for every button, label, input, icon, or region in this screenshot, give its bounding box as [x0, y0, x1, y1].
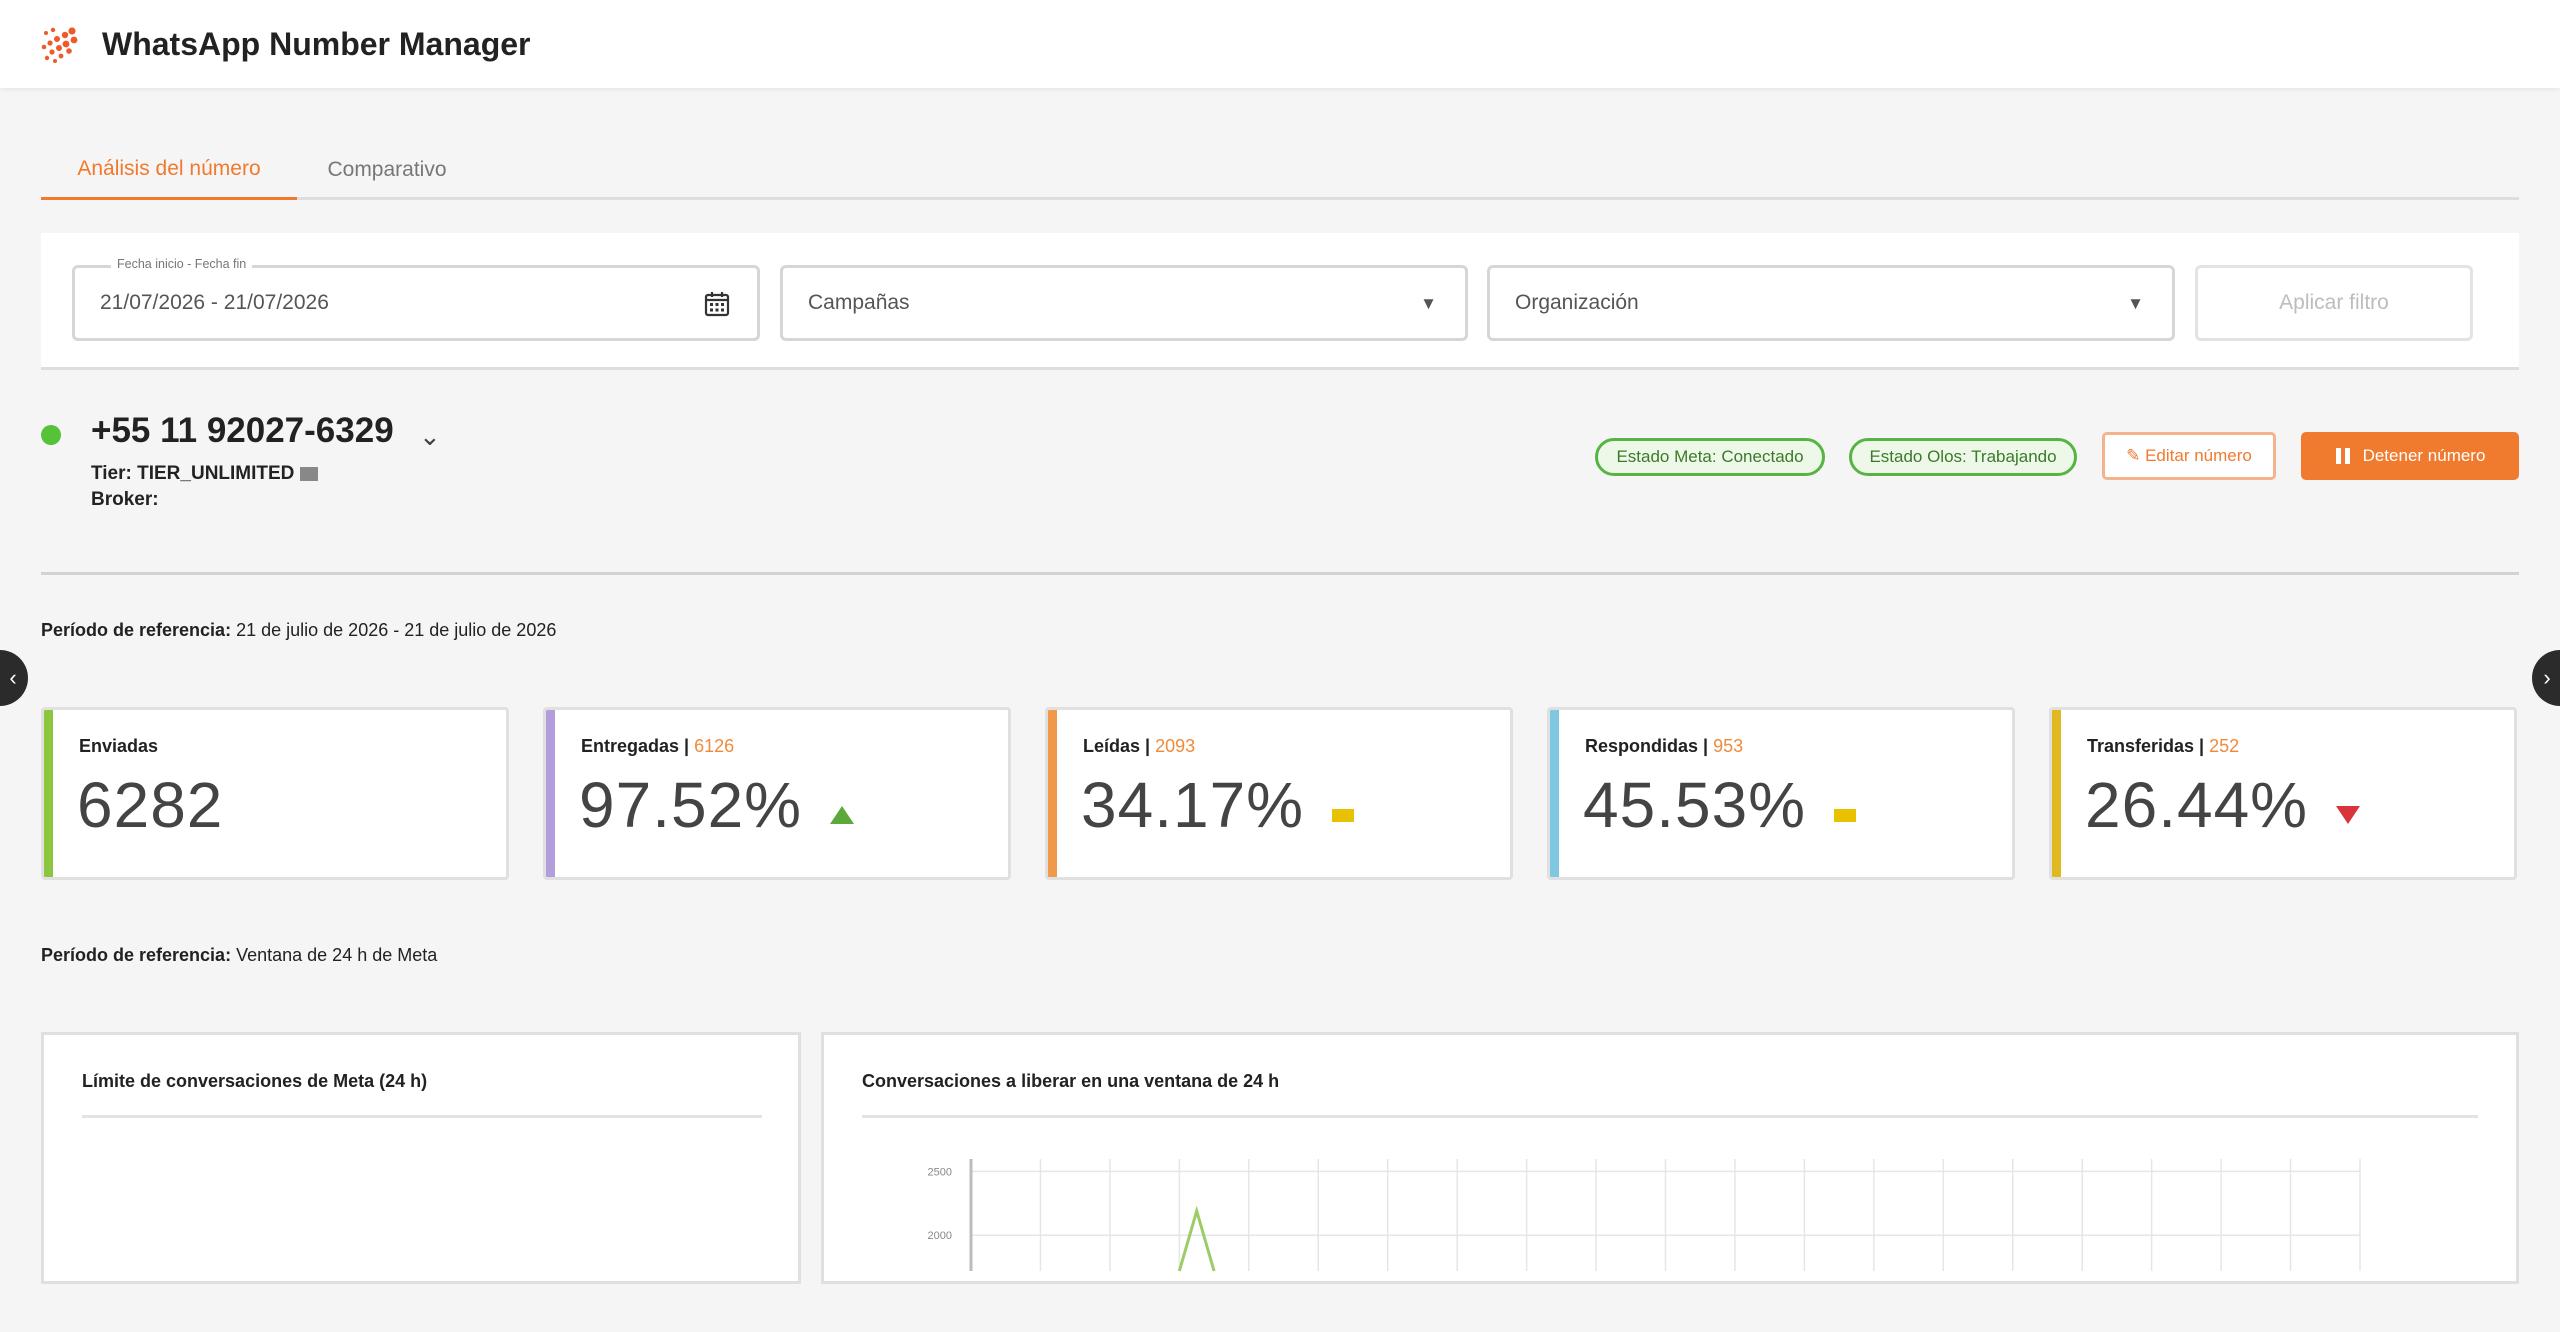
- chevron-down-icon[interactable]: ⌄: [419, 421, 441, 452]
- reference-period-value: 21 de julio de 2026 - 21 de julio de 202…: [236, 620, 557, 640]
- kpi-card-delivered: Entregadas | 6126 97.52%: [543, 707, 1011, 880]
- chevron-right-icon: ›: [2543, 665, 2551, 690]
- trend-down-icon: [2336, 806, 2360, 824]
- campaigns-value: Campañas: [808, 291, 910, 314]
- panel-title: Límite de conversaciones de Meta (24 h): [82, 1071, 428, 1091]
- pause-icon: [2335, 448, 2351, 464]
- calendar-icon[interactable]: [703, 290, 731, 318]
- organization-value: Organización: [1515, 291, 1639, 314]
- y-tick-label: 2000: [928, 1230, 952, 1242]
- kpi-value: 97.52%: [579, 769, 803, 841]
- broker-info: Broker:: [91, 489, 159, 511]
- kpi-card-read: Leídas | 2093 34.17%: [1045, 707, 1513, 880]
- release-chart: 2500 2000: [928, 1159, 2361, 1272]
- meta-status-badge: Estado Meta: Conectado: [1595, 438, 1825, 476]
- trend-neutral-icon: [1834, 809, 1856, 822]
- kpi-card-transferred: Transferidas | 252 26.44%: [2049, 707, 2517, 880]
- tab-number-analysis[interactable]: Análisis del número: [41, 140, 297, 200]
- kpi-title: Leídas | 2093: [1083, 736, 1196, 756]
- kpi-value: 26.44%: [2085, 769, 2309, 841]
- kpi-title: Entregadas | 6126: [581, 736, 735, 756]
- tier-label: Tier:: [91, 463, 132, 484]
- reference-window: Período de referencia: Ventana de 24 h d…: [41, 945, 437, 966]
- kpi-card-sent: Enviadas 6282: [41, 707, 509, 880]
- phone-number[interactable]: +55 11 92027-6329: [91, 411, 394, 451]
- campaigns-select[interactable]: Campañas ▼: [780, 265, 1468, 341]
- y-tick-label: 2500: [928, 1166, 952, 1178]
- kpi-title: Enviadas: [79, 736, 159, 756]
- tier-value: TIER_UNLIMITED: [137, 463, 295, 484]
- release-conversations-panel: Conversaciones a liberar en una ventana …: [821, 1032, 2519, 1284]
- filter-bar: Fecha inicio - Fecha fin 21/07/2026 - 21…: [41, 233, 2519, 370]
- reference-period-label: Período de referencia:: [41, 620, 232, 640]
- reference-window-value: Ventana de 24 h de Meta: [236, 945, 438, 965]
- kpi-value: 45.53%: [1583, 769, 1807, 841]
- carousel-next-button[interactable]: ›: [2532, 650, 2560, 706]
- trend-up-icon: [830, 806, 854, 824]
- reference-window-label: Período de referencia:: [41, 945, 232, 965]
- tier-badge-icon: [300, 466, 319, 481]
- status-dot: [41, 425, 61, 445]
- carousel-prev-button[interactable]: ‹: [0, 650, 28, 706]
- reference-period: Período de referencia: 21 de julio de 20…: [41, 620, 556, 641]
- trend-neutral-icon: [1332, 809, 1354, 822]
- number-header: +55 11 92027-6329 ⌄ Tier: TIER_UNLIMITED…: [41, 405, 2519, 575]
- tab-bar: Análisis del número Comparativo: [41, 140, 2519, 200]
- meta-limit-panel: Límite de conversaciones de Meta (24 h): [41, 1032, 801, 1284]
- kpi-value: 34.17%: [1081, 769, 1305, 841]
- kpi-accent-bar: [1048, 710, 1057, 877]
- kpi-accent-bar: [2052, 710, 2061, 877]
- tier-info: Tier: TIER_UNLIMITED: [91, 463, 319, 485]
- edit-number-button[interactable]: ✎ Editar número: [2102, 432, 2276, 480]
- date-range-value: 21/07/2026 - 21/07/2026: [100, 291, 329, 314]
- kpi-accent-bar: [1550, 710, 1559, 877]
- panel-divider: [82, 1115, 762, 1118]
- date-range-field[interactable]: Fecha inicio - Fecha fin 21/07/2026 - 21…: [72, 257, 760, 341]
- kpi-value: 6282: [77, 769, 224, 841]
- stop-number-label: Detener número: [2362, 446, 2486, 465]
- app-logo-icon: [41, 27, 78, 63]
- chevron-down-icon: ▼: [2127, 294, 2144, 313]
- olos-status-badge: Estado Olos: Trabajando: [1849, 438, 2077, 476]
- date-range-legend: Fecha inicio - Fecha fin: [111, 257, 253, 271]
- chevron-down-icon: ▼: [1420, 294, 1437, 313]
- tab-comparative[interactable]: Comparativo: [297, 140, 477, 200]
- apply-filter-button[interactable]: Aplicar filtro: [2195, 265, 2473, 341]
- kpi-title: Transferidas | 252: [2087, 736, 2240, 756]
- app-title: WhatsApp Number Manager: [102, 25, 531, 62]
- broker-label: Broker:: [91, 489, 159, 510]
- chevron-left-icon: ‹: [9, 665, 17, 690]
- app-bar: WhatsApp Number Manager: [0, 0, 2560, 88]
- organization-select[interactable]: Organización ▼: [1487, 265, 2175, 341]
- kpi-card-replied: Respondidas | 953 45.53%: [1547, 707, 2015, 880]
- kpi-accent-bar: [546, 710, 555, 877]
- stop-number-button[interactable]: Detener número: [2301, 432, 2519, 480]
- series-line: [1177, 1205, 1216, 1272]
- kpi-title: Respondidas | 953: [1585, 736, 1744, 756]
- kpi-accent-bar: [44, 710, 53, 877]
